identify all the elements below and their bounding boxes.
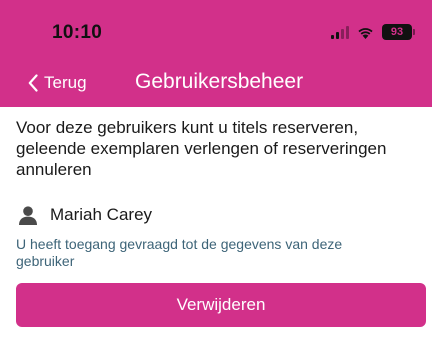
back-label: Terug [44, 73, 87, 92]
intro-text: Voor deze gebruikers kunt u titels reser… [16, 118, 387, 179]
user-row: Mariah Carey [18, 205, 152, 225]
back-button[interactable]: Terug [28, 68, 87, 98]
chevron-left-icon [28, 74, 38, 92]
page-title: Gebruikersbeheer [135, 70, 304, 93]
user-name: Mariah Carey [50, 205, 153, 224]
battery-icon: 93 [382, 24, 415, 40]
header: 10:10 93 Terug Gebruikersbeheer [0, 0, 432, 107]
access-note: U heeft toegang gevraagd tot de gegevens… [16, 236, 343, 269]
person-icon [18, 205, 38, 225]
nav-bar: Terug Gebruikersbeheer [0, 60, 432, 107]
status-icons: 93 [331, 24, 415, 40]
status-time: 10:10 [52, 22, 103, 43]
status-bar: 10:10 93 [0, 0, 432, 60]
remove-button[interactable]: Verwijderen [16, 283, 426, 327]
wifi-icon [357, 26, 374, 39]
cellular-signal-icon [331, 25, 349, 39]
